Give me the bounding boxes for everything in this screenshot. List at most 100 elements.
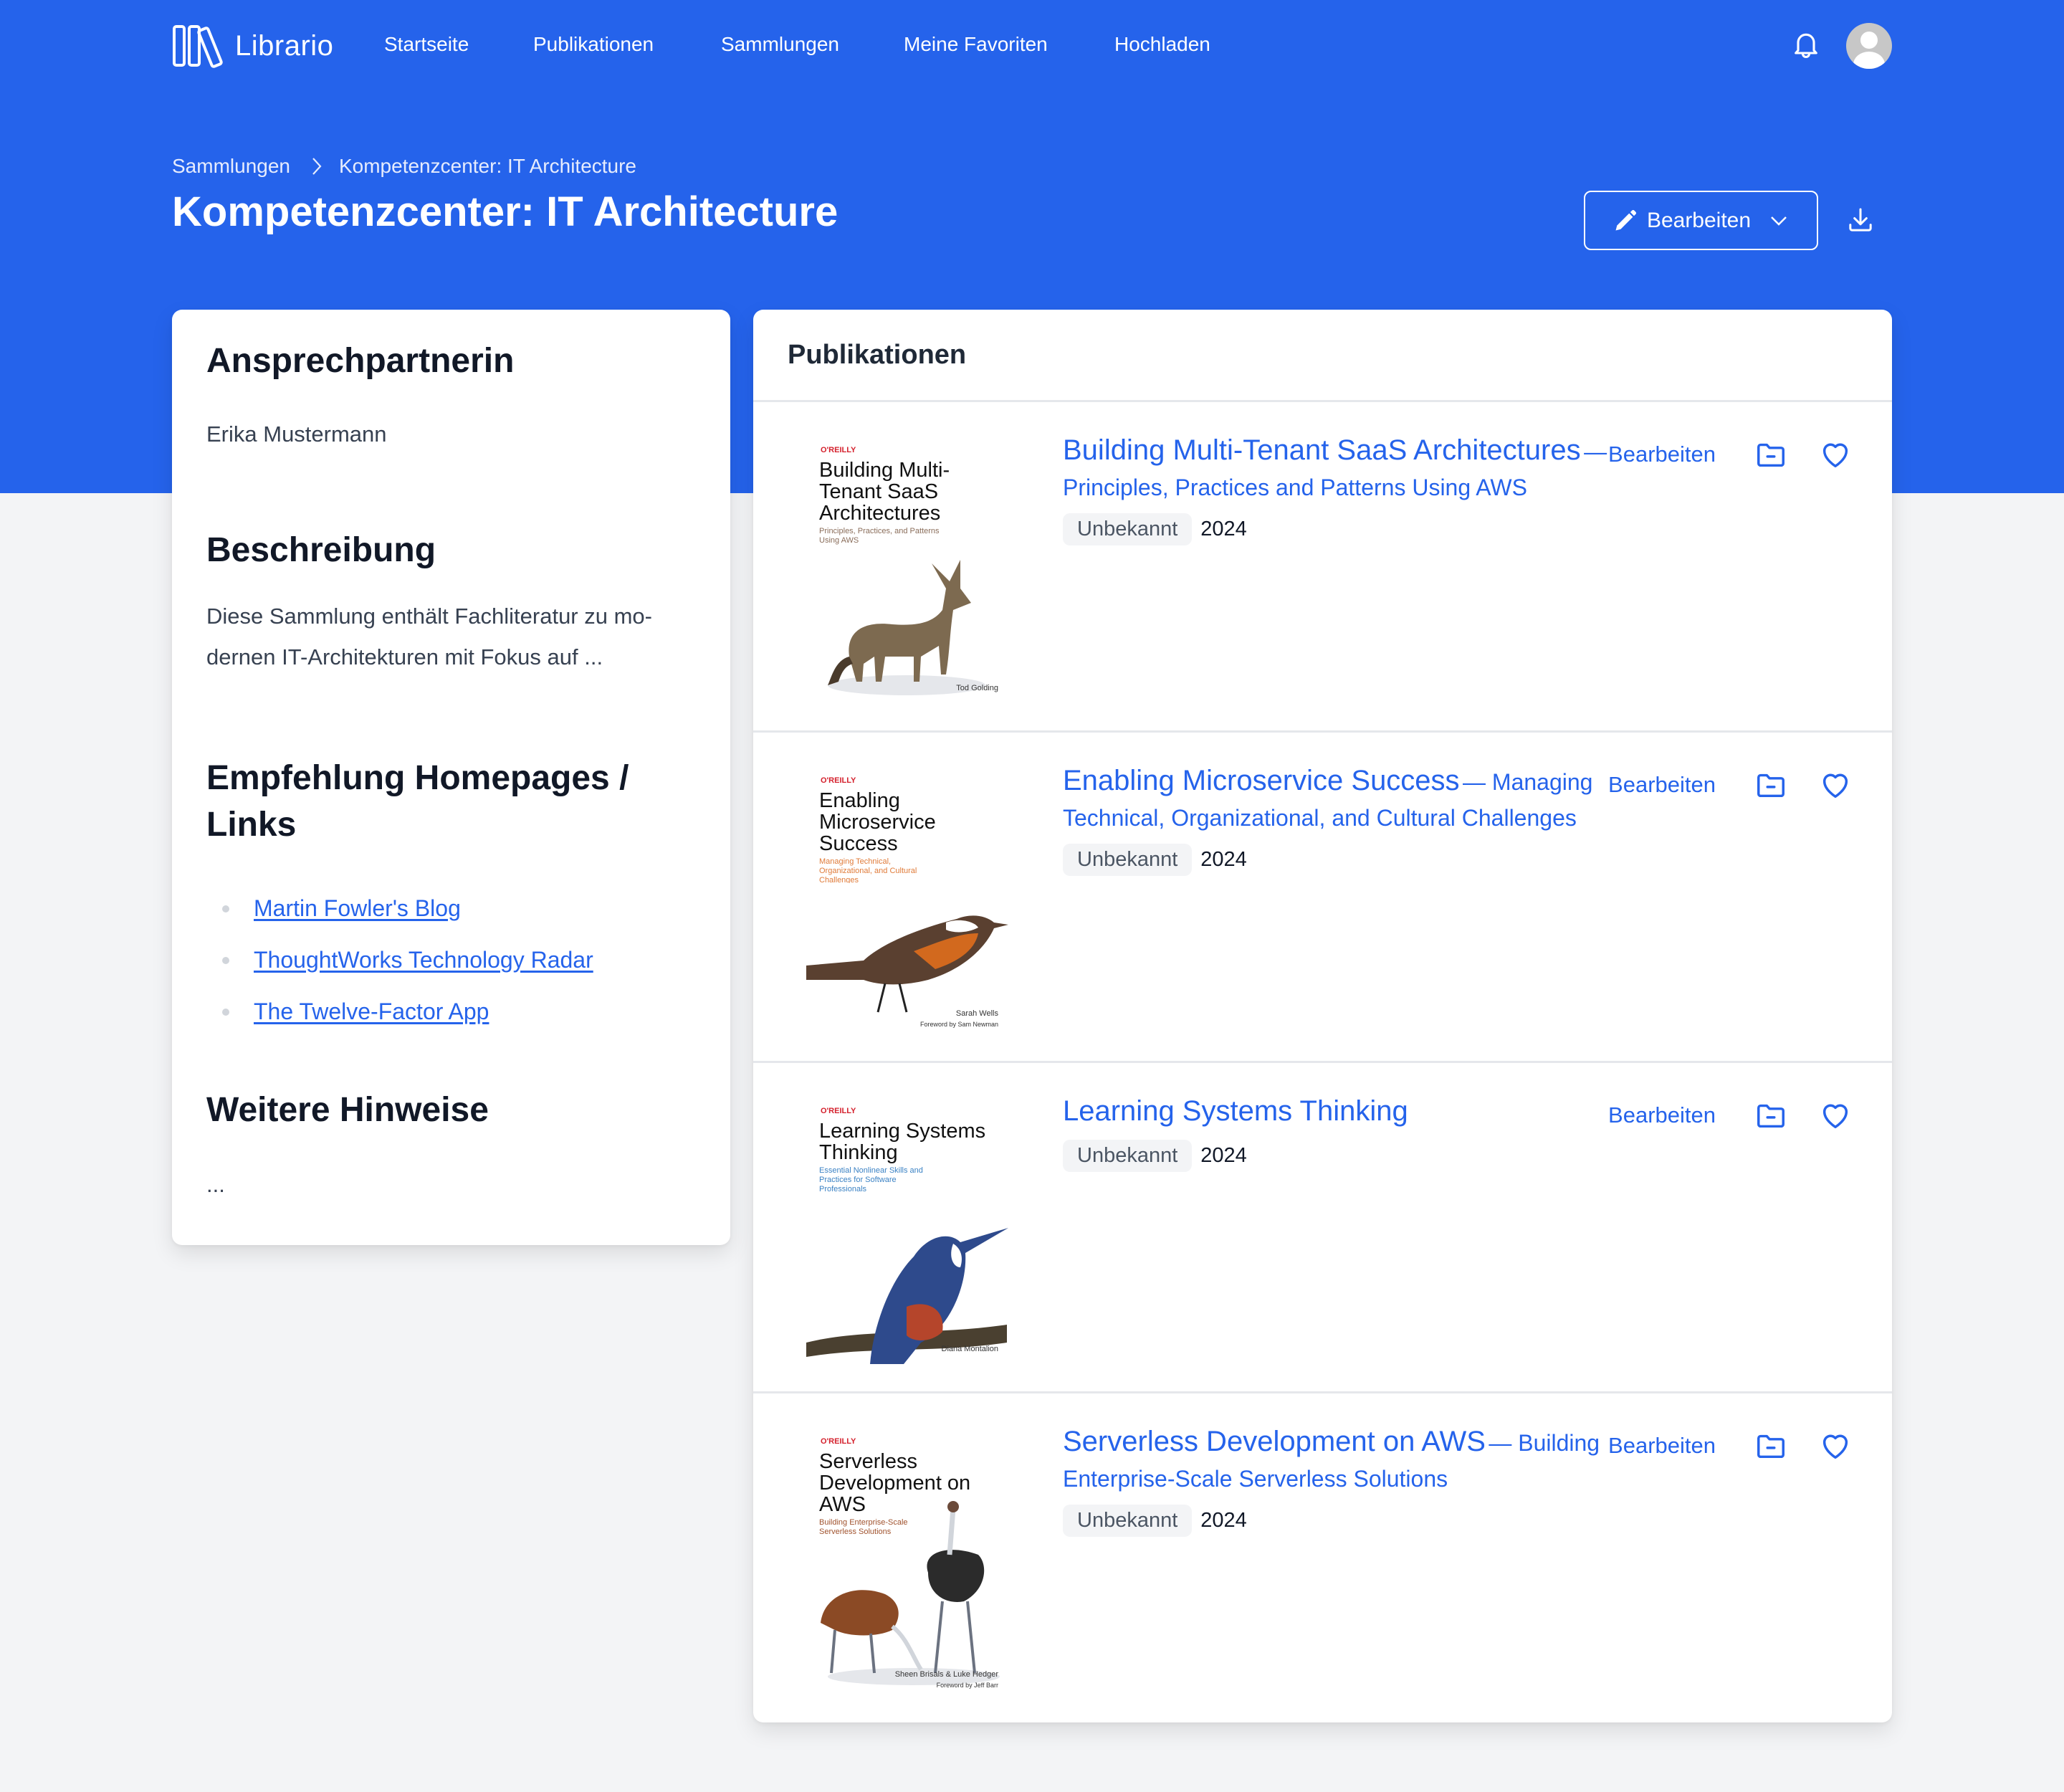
book-cover-image: O'REILLY Enabling Microservice Success M…: [806, 768, 1008, 1034]
links-section: Empfehlung Homepages / Links Martin Fowl…: [206, 756, 702, 1038]
pencil-icon: [1615, 209, 1636, 230]
notes-text: ...: [206, 1171, 225, 1197]
cover-publisher: O'REILLY: [821, 1107, 856, 1115]
cover-subtitle: Essential Nonlinear Skills and Practices…: [819, 1166, 923, 1193]
contact-heading: Ansprechpartnerin: [206, 342, 515, 380]
publication-year: 2024: [1200, 518, 1247, 540]
link-martin-fowler[interactable]: Martin Fowler's Blog: [254, 895, 461, 922]
download-icon[interactable]: [1846, 205, 1875, 235]
description-heading: Beschreibung: [206, 531, 436, 569]
list-item: ThoughtWorks Technology Radar: [222, 935, 702, 986]
publication-row: O'REILLY Building Multi-Tenant SaaS Arch…: [753, 402, 1892, 733]
link-thoughtworks-radar[interactable]: ThoughtWorks Technology Radar: [254, 947, 593, 973]
publications-card: Publikationen O'REILLY Building Multi-Te…: [753, 310, 1892, 1722]
notes-section: Weitere Hinweise ...: [206, 1087, 489, 1205]
publication-info: Enabling Microservice Success — Managing…: [1063, 761, 1607, 876]
cover-author: Tod Golding: [956, 684, 998, 692]
folder-minus-icon[interactable]: [1754, 1099, 1787, 1132]
publication-row: O'REILLY Serverless Development on AWS B…: [753, 1393, 1892, 1724]
cover-text-block: Building Multi-Tenant SaaS Architectures…: [819, 459, 950, 545]
heart-icon[interactable]: [1819, 1429, 1852, 1462]
avatar-icon: [1853, 32, 1885, 69]
breadcrumb-sammlungen[interactable]: Sammlungen: [172, 155, 290, 178]
logo[interactable]: Librario: [172, 24, 333, 68]
nav-startseite[interactable]: Startseite: [384, 33, 469, 56]
book-cover[interactable]: O'REILLY Building Multi-Tenant SaaS Arch…: [806, 438, 1008, 703]
publication-info: Serverless Development on AWS — Building…: [1063, 1422, 1607, 1537]
top-navigation: Librario Startseite Publikationen Sammlu…: [0, 0, 2064, 92]
book-cover-image: O'REILLY Building Multi-Tenant SaaS Arch…: [806, 438, 1008, 703]
publication-info: Building Multi-Tenant SaaS Architectures…: [1063, 431, 1607, 545]
status-badge: Unbekannt: [1063, 513, 1193, 545]
app-name: Librario: [235, 29, 334, 62]
user-avatar[interactable]: [1846, 23, 1892, 69]
list-item: The Twelve-Factor App: [222, 986, 702, 1038]
cover-title: Serverless Development on AWS: [819, 1451, 971, 1516]
publication-title[interactable]: Building Multi-Tenant SaaS Architectures: [1063, 434, 1581, 466]
edit-publication-link[interactable]: Bearbeiten: [1608, 1102, 1716, 1128]
folder-minus-icon[interactable]: [1754, 1429, 1787, 1462]
status-badge: Unbekannt: [1063, 1140, 1193, 1172]
heart-icon[interactable]: [1819, 438, 1852, 471]
book-cover-image: O'REILLY Learning Systems Thinking Essen…: [806, 1099, 1008, 1364]
publication-meta: Unbekannt 2024: [1063, 1140, 1607, 1172]
publication-meta: Unbekannt 2024: [1063, 844, 1607, 876]
nav-publikationen[interactable]: Publikationen: [533, 33, 654, 56]
heart-icon[interactable]: [1819, 1099, 1852, 1132]
cover-foreword: Foreword by Sam Newman: [920, 1021, 998, 1028]
edit-publication-link[interactable]: Bearbeiten: [1608, 772, 1716, 798]
contact-name: Erika Mustermann: [206, 421, 387, 447]
cover-text-block: Learning Systems Thinking Essential Nonl…: [819, 1120, 985, 1193]
folder-minus-icon[interactable]: [1754, 438, 1787, 471]
chevron-right-icon: [312, 158, 322, 175]
nav-hochladen[interactable]: Hochladen: [1114, 33, 1210, 56]
publication-row: O'REILLY Learning Systems Thinking Essen…: [753, 1063, 1892, 1393]
cover-text-block: Serverless Development on AWS Building E…: [819, 1451, 971, 1536]
cover-author: Sarah Wells: [956, 1009, 999, 1018]
bullet: [222, 905, 229, 912]
nav-sammlungen[interactable]: Sammlungen: [721, 33, 839, 56]
publication-actions: Bearbeiten: [1608, 1429, 1852, 1462]
publication-actions: Bearbeiten: [1608, 438, 1852, 471]
book-cover[interactable]: O'REILLY Learning Systems Thinking Essen…: [806, 1099, 1008, 1364]
cover-title: Building Multi-Tenant SaaS Architectures: [819, 459, 950, 525]
links-heading: Empfehlung Homepages / Links: [206, 759, 629, 844]
publications-header: Publikationen: [753, 310, 1892, 402]
chevron-down-icon: [1771, 216, 1787, 226]
edit-button-label: Bearbeiten: [1646, 208, 1752, 232]
status-badge: Unbekannt: [1063, 844, 1193, 876]
publication-meta: Unbekannt 2024: [1063, 1505, 1607, 1537]
cover-publisher: O'REILLY: [821, 776, 856, 785]
bell-icon[interactable]: [1790, 29, 1822, 62]
status-badge: Unbekannt: [1063, 1505, 1193, 1537]
book-cover[interactable]: O'REILLY Serverless Development on AWS B…: [806, 1429, 1008, 1695]
nav-meine-favoriten[interactable]: Meine Favoriten: [904, 33, 1048, 56]
cover-subtitle: Managing Technical, Organizational, and …: [819, 857, 917, 883]
publication-title[interactable]: Learning Systems Thinking: [1063, 1095, 1408, 1127]
cover-subtitle: Principles, Practices, and Patterns Usin…: [819, 527, 940, 545]
publications-heading: Publikationen: [788, 340, 967, 370]
edit-publication-link[interactable]: Bearbeiten: [1608, 1433, 1716, 1459]
bullet: [222, 1008, 229, 1016]
collection-info-card: Ansprechpartnerin Erika Mustermann Besch…: [172, 310, 730, 1245]
publication-title[interactable]: Enabling Microservice Success: [1063, 765, 1460, 796]
publication-title[interactable]: Serverless Development on AWS: [1063, 1426, 1486, 1457]
publication-actions: Bearbeiten: [1608, 1099, 1852, 1132]
heart-icon[interactable]: [1819, 768, 1852, 801]
publication-info: Learning Systems Thinking Unbekannt 2024: [1063, 1092, 1607, 1172]
publication-row: O'REILLY Enabling Microservice Success M…: [753, 733, 1892, 1063]
cover-subtitle: Building Enterprise-Scale Serverless Sol…: [819, 1518, 908, 1536]
publication-actions: Bearbeiten: [1608, 768, 1852, 801]
publication-year: 2024: [1200, 1509, 1247, 1532]
edit-dropdown-button[interactable]: Bearbeiten: [1584, 191, 1818, 250]
cover-author: Diana Montalion: [942, 1345, 999, 1353]
contact-section: Ansprechpartnerin Erika Mustermann: [206, 338, 696, 454]
folder-minus-icon[interactable]: [1754, 768, 1787, 801]
links-list: Martin Fowler's Blog ThoughtWorks Techno…: [206, 883, 702, 1038]
cover-publisher: O'REILLY: [821, 446, 856, 454]
description-section: Beschreibung Diese Sammlung enthält Fach…: [206, 528, 696, 677]
edit-publication-link[interactable]: Bearbeiten: [1608, 442, 1716, 467]
book-cover[interactable]: O'REILLY Enabling Microservice Success M…: [806, 768, 1008, 1034]
description-text: Diese Sammlung enthält Fachliteratur zu …: [206, 603, 652, 669]
link-twelve-factor[interactable]: The Twelve-Factor App: [254, 999, 489, 1025]
